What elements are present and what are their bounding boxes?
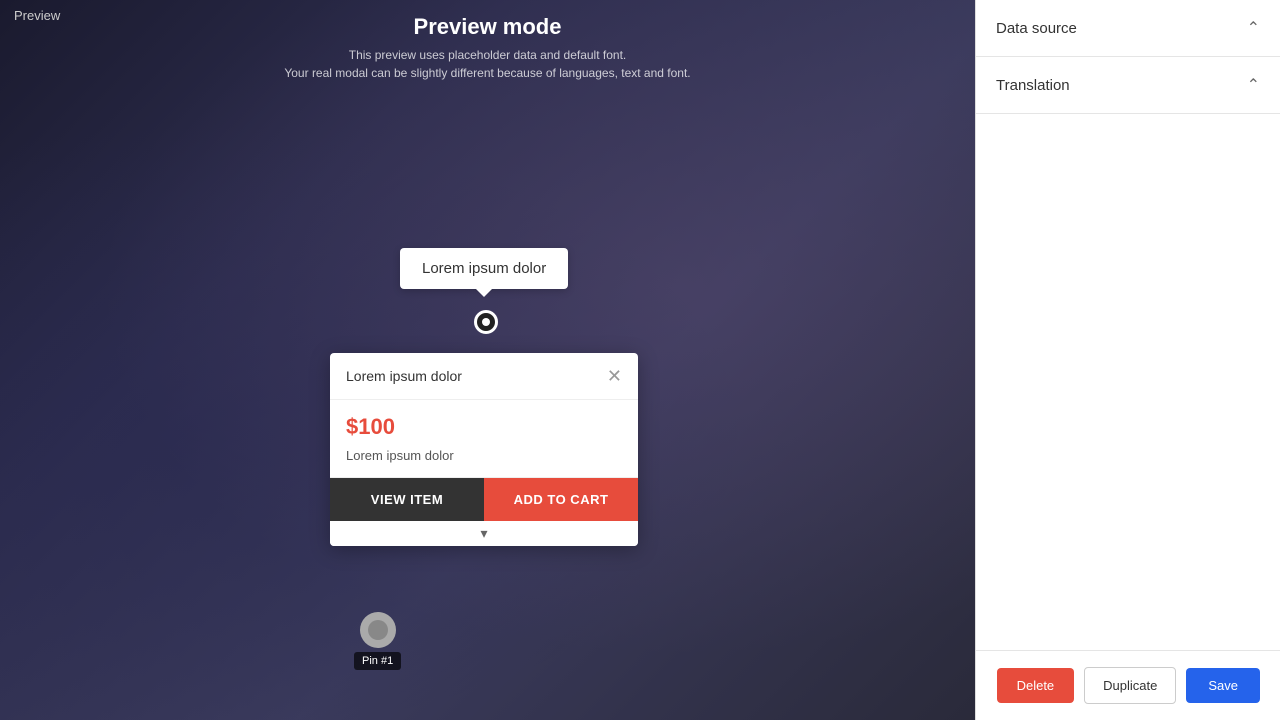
pin-connector-dot xyxy=(482,318,490,326)
translation-label: Translation xyxy=(996,77,1070,94)
modal-description: Lorem ipsum dolor xyxy=(346,448,622,463)
tooltip-bubble: Lorem ipsum dolor xyxy=(400,248,568,289)
data-source-label: Data source xyxy=(996,20,1077,37)
tooltip-text: Lorem ipsum dolor xyxy=(422,260,546,277)
modal-arrow-down: ▾ xyxy=(330,521,638,546)
duplicate-button[interactable]: Duplicate xyxy=(1084,667,1176,704)
avatar-icon xyxy=(368,620,388,640)
data-source-section: Data source ⌃ xyxy=(976,0,1280,57)
sidebar-content: Data source ⌃ Translation ⌃ xyxy=(976,0,1280,650)
save-button[interactable]: Save xyxy=(1186,668,1260,703)
sidebar: Data source ⌃ Translation ⌃ Delete Dupli… xyxy=(975,0,1280,720)
preview-mode-title: Preview mode xyxy=(20,14,955,40)
avatar xyxy=(360,612,396,648)
close-icon[interactable]: ✕ xyxy=(607,367,622,385)
delete-button[interactable]: Delete xyxy=(997,668,1075,703)
translation-header[interactable]: Translation ⌃ xyxy=(976,57,1280,113)
modal-title: Lorem ipsum dolor xyxy=(346,368,462,384)
chevron-down-icon-translation: ⌃ xyxy=(1247,75,1260,95)
pin-connector xyxy=(474,310,498,334)
modal-card: Lorem ipsum dolor ✕ $100 Lorem ipsum dol… xyxy=(330,353,638,546)
preview-mode-banner: Preview mode This preview uses placehold… xyxy=(0,0,975,92)
chevron-down-icon: ⌃ xyxy=(1247,18,1260,38)
modal-actions: VIEW ITEM ADD TO CART xyxy=(330,477,638,521)
view-item-button[interactable]: VIEW ITEM xyxy=(330,478,484,521)
pin-label: Pin #1 xyxy=(354,652,401,670)
add-to-cart-button[interactable]: ADD TO CART xyxy=(484,478,638,521)
modal-price: $100 xyxy=(346,414,622,440)
sidebar-footer: Delete Duplicate Save xyxy=(976,650,1280,720)
preview-area: Preview Preview mode This preview uses p… xyxy=(0,0,975,720)
translation-section: Translation ⌃ xyxy=(976,57,1280,114)
preview-mode-description: This preview uses placeholder data and d… xyxy=(20,46,955,82)
data-source-header[interactable]: Data source ⌃ xyxy=(976,0,1280,56)
pin-marker[interactable]: Pin #1 xyxy=(354,612,401,670)
modal-body: $100 Lorem ipsum dolor xyxy=(330,400,638,477)
modal-header: Lorem ipsum dolor ✕ xyxy=(330,353,638,400)
